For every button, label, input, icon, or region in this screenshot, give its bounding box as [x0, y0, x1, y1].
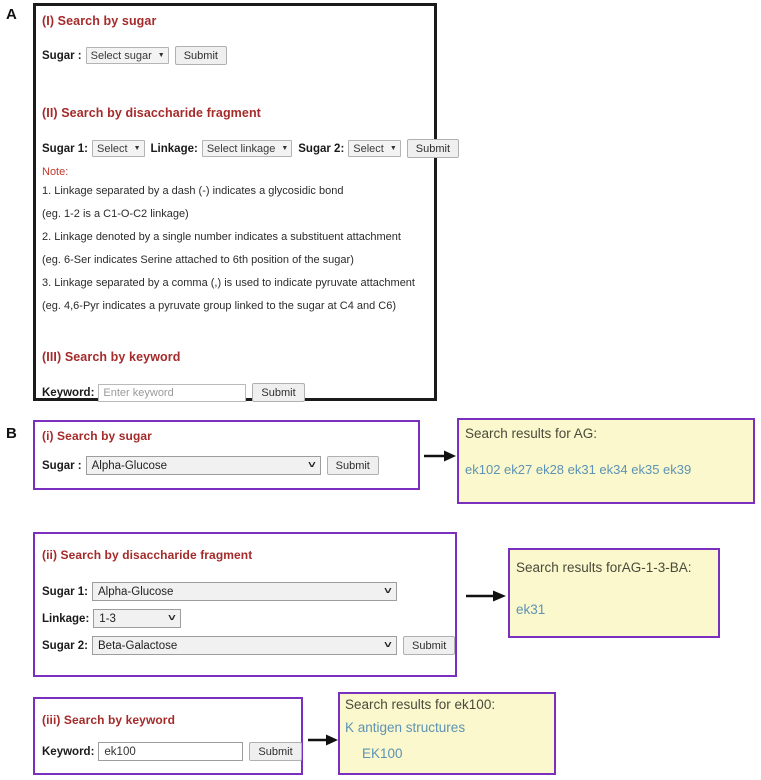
sugar1-row: Sugar 1: Alpha-Glucose ˅ [42, 582, 403, 601]
sugar2-label: Sugar 2: [42, 639, 89, 652]
chevron-down-icon: ˅ [168, 613, 177, 624]
section-heading-search-by-disaccharide: (II) Search by disaccharide fragment [42, 106, 261, 120]
chevron-down-icon: ▼ [157, 52, 165, 59]
arrow-icon-disaccharide-to-results [466, 589, 506, 603]
sugar-label: Sugar : [42, 49, 82, 62]
results-title: Search results for ek100: [345, 697, 496, 712]
sugar2-select-value: Beta-Galactose [98, 639, 178, 652]
section-heading-search-by-sugar: (I) Search by sugar [42, 14, 157, 28]
sugar-search-row: Sugar : Select sugar ▼ Submit [42, 46, 227, 65]
sugar2-label: Sugar 2: [298, 142, 345, 155]
results-link-list[interactable]: ek102 ek27 ek28 ek31 ek34 ek35 ek39 [465, 462, 691, 477]
linkage-select[interactable]: 1-3 ˅ [93, 609, 182, 628]
note-line: 2. Linkage denoted by a single number in… [42, 231, 401, 243]
linkage-select-value: Select linkage [206, 142, 276, 155]
note-line: (eg. 4,6-Pyr indicates a pyruvate group … [42, 300, 397, 312]
keyword-submit-button[interactable]: Submit [249, 742, 302, 761]
chevron-down-icon: ˅ [384, 640, 392, 651]
sugar-select-value: Select sugar [90, 49, 152, 62]
linkage-row: Linkage: 1-3 ˅ [42, 609, 187, 628]
sugar-select[interactable]: Select sugar ▼ [85, 47, 169, 64]
keyword-input[interactable]: Enter keyword [98, 383, 247, 402]
panel-b-search-by-disaccharide: (ii) Search by disaccharide fragment Sug… [33, 532, 457, 677]
keyword-search-row: Keyword: ek100 Submit [42, 742, 302, 761]
disaccharide-submit-button[interactable]: Submit [406, 139, 460, 158]
sugar2-select[interactable]: Beta-Galactose ˅ [92, 636, 398, 655]
results-title: Search results for AG: [465, 426, 598, 441]
keyword-search-row: Keyword: Enter keyword Submit [42, 383, 305, 402]
note-line: (eg. 6-Ser indicates Serine attached to … [42, 254, 354, 266]
sugar1-select[interactable]: Alpha-Glucose ˅ [92, 582, 398, 601]
section-heading-search-by-keyword: (iii) Search by keyword [42, 713, 176, 727]
section-heading-search-by-disaccharide: (ii) Search by disaccharide fragment [42, 548, 253, 562]
chevron-down-icon: ▼ [281, 145, 289, 152]
disaccharide-submit-button[interactable]: Submit [403, 636, 456, 655]
search-results-keyword: Search results for ek100: K antigen stru… [338, 692, 556, 775]
chevron-down-icon: ▼ [133, 145, 141, 152]
arrow-icon-keyword-to-results [308, 733, 338, 747]
chevron-down-icon: ▼ [389, 145, 397, 152]
arrow-icon-sugar-to-results [424, 449, 456, 463]
sugar-select-value: Alpha-Glucose [91, 459, 168, 472]
sugar-select[interactable]: Alpha-Glucose ˅ [85, 456, 321, 475]
panel-b-search-by-keyword: (iii) Search by keyword Keyword: ek100 S… [33, 697, 303, 775]
panel-a-search-form: (I) Search by sugar Sugar : Select sugar… [33, 3, 460, 402]
note-line: 3. Linkage separated by a comma (,) is u… [42, 277, 415, 289]
sugar2-row: Sugar 2: Beta-Galactose ˅ Submit [42, 636, 456, 655]
sugar1-select-value: Select [97, 142, 128, 155]
results-title: Search results forAG-1-3-BA: [516, 560, 692, 575]
note-label: Note: [42, 166, 69, 178]
panel-b-search-by-sugar: (i) Search by sugar Sugar : Alpha-Glucos… [33, 420, 420, 490]
note-line: 1. Linkage separated by a dash (-) indic… [42, 185, 344, 197]
sugar2-select[interactable]: Select ▼ [348, 140, 401, 157]
note-line: (eg. 1-2 is a C1-O-C2 linkage) [42, 208, 189, 220]
disaccharide-search-row: Sugar 1: Select ▼ Linkage: Select linkag… [42, 139, 460, 158]
chevron-down-icon: ˅ [384, 586, 392, 597]
linkage-label: Linkage: [150, 142, 198, 155]
keyword-label: Keyword: [42, 745, 95, 758]
sugar-submit-button[interactable]: Submit [326, 456, 379, 475]
panel-label-b: B [6, 425, 17, 442]
sugar-search-row: Sugar : Alpha-Glucose ˅ Submit [42, 456, 379, 475]
results-link-ek100[interactable]: EK100 [362, 746, 403, 761]
sugar1-label: Sugar 1: [42, 142, 89, 155]
chevron-down-icon: ˅ [307, 460, 316, 471]
keyword-input[interactable]: ek100 [98, 742, 244, 761]
results-link-k-antigen[interactable]: K antigen structures [345, 720, 465, 735]
search-results-disaccharide: Search results forAG-1-3-BA: ek31 [508, 548, 720, 638]
sugar1-select[interactable]: Select ▼ [92, 140, 145, 157]
keyword-submit-button[interactable]: Submit [252, 383, 305, 402]
sugar-label: Sugar : [42, 459, 82, 472]
linkage-select[interactable]: Select linkage ▼ [201, 140, 293, 157]
sugar-submit-button[interactable]: Submit [174, 46, 227, 65]
panel-label-a: A [6, 6, 17, 23]
section-heading-search-by-sugar: (i) Search by sugar [42, 429, 152, 443]
results-link-list[interactable]: ek31 [516, 602, 545, 617]
keyword-label: Keyword: [42, 386, 95, 399]
sugar2-select-value: Select [353, 142, 384, 155]
linkage-label: Linkage: [42, 612, 90, 625]
search-results-sugar: Search results for AG: ek102 ek27 ek28 e… [457, 418, 755, 504]
section-heading-search-by-keyword: (III) Search by keyword [42, 350, 181, 364]
sugar1-select-value: Alpha-Glucose [98, 585, 174, 598]
linkage-select-value: 1-3 [99, 612, 116, 625]
sugar1-label: Sugar 1: [42, 585, 89, 598]
